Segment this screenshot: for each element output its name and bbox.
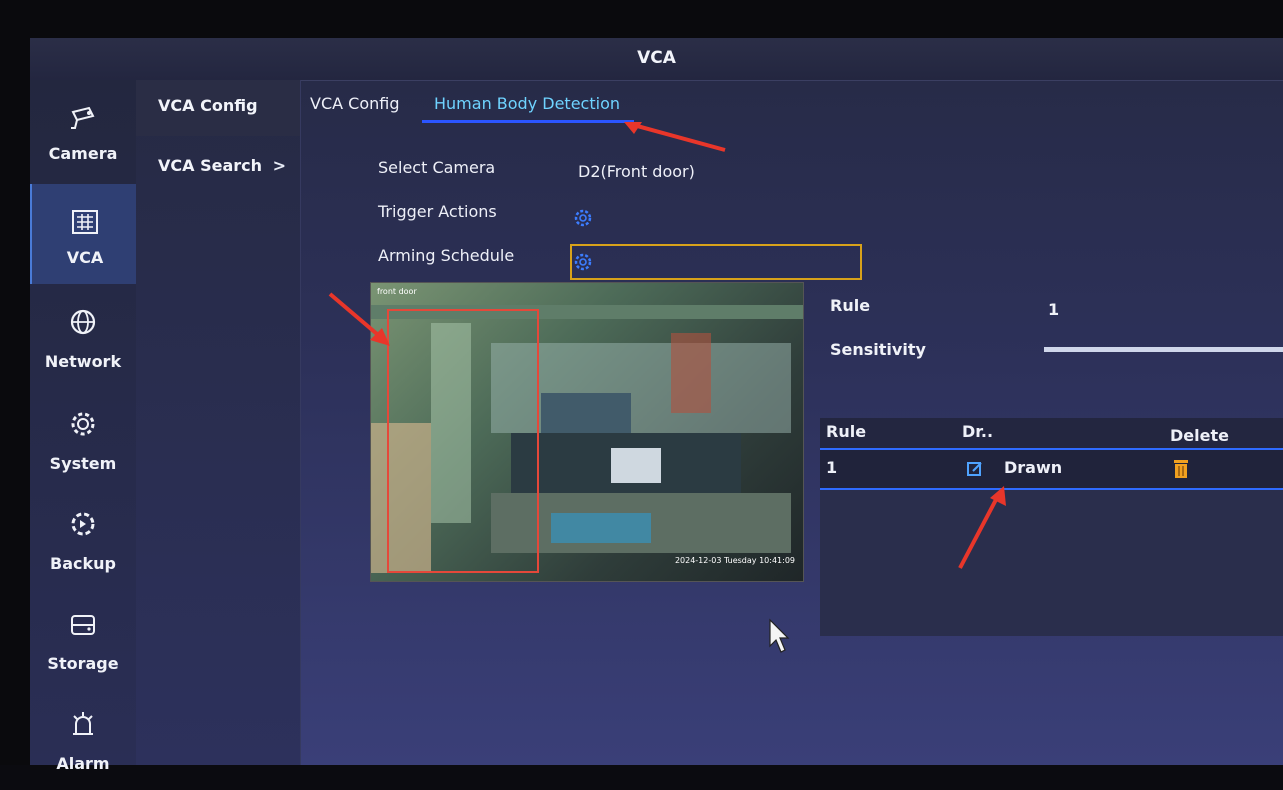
monitor-bezel-top bbox=[0, 0, 1283, 38]
submenu-item-vca-search[interactable]: VCA Search > bbox=[136, 140, 300, 196]
window-title: VCA bbox=[637, 48, 676, 68]
alarm-icon bbox=[73, 712, 93, 735]
select-camera-dropdown[interactable]: D2(Front door) bbox=[578, 162, 695, 181]
nav-label-network: Network bbox=[44, 352, 122, 371]
nav-item-system[interactable]: System bbox=[30, 390, 136, 490]
nav-item-network[interactable]: Network bbox=[30, 286, 136, 386]
nav-item-storage[interactable]: Storage bbox=[30, 590, 136, 690]
detection-area-rectangle[interactable] bbox=[387, 309, 539, 573]
rule-label: Rule bbox=[830, 296, 871, 315]
active-tab-underline bbox=[422, 120, 634, 123]
nav-item-vca[interactable]: VCA bbox=[30, 184, 138, 284]
submenu-label: VCA Search bbox=[158, 156, 263, 175]
column-header-delete: Delete bbox=[1170, 426, 1229, 445]
rule-value[interactable]: 1 bbox=[1048, 300, 1059, 319]
vca-icon bbox=[72, 210, 98, 234]
edit-draw-icon[interactable] bbox=[966, 460, 984, 478]
sensitivity-label: Sensitivity bbox=[830, 340, 926, 359]
column-header-draw: Dr.. bbox=[962, 422, 994, 441]
nav-label-system: System bbox=[49, 454, 117, 473]
nav-label-camera: Camera bbox=[48, 144, 118, 163]
row-draw-status: Drawn bbox=[1004, 458, 1063, 477]
arming-schedule-gear-icon[interactable] bbox=[573, 252, 593, 272]
mouse-cursor-icon bbox=[769, 618, 790, 653]
row-rule: 1 bbox=[826, 458, 838, 477]
monitor-bezel-left bbox=[0, 0, 30, 765]
tab-human-body-detection[interactable]: Human Body Detection bbox=[434, 94, 620, 113]
nav-label-storage: Storage bbox=[47, 654, 119, 673]
backup-icon bbox=[71, 512, 95, 536]
sensitivity-slider[interactable] bbox=[1044, 347, 1283, 352]
tab-bar: VCA Config Human Body Detection bbox=[300, 80, 1283, 130]
nav-item-camera[interactable]: Camera bbox=[30, 80, 136, 180]
camera-icon bbox=[71, 106, 95, 129]
arming-schedule-label: Arming Schedule bbox=[378, 246, 515, 265]
chevron-right-icon: > bbox=[272, 156, 286, 175]
table-row[interactable]: 1 Drawn bbox=[820, 450, 1283, 490]
rule-table: Rule Dr.. Delete 1 Drawn bbox=[820, 418, 1283, 636]
nav-item-backup[interactable]: Backup bbox=[30, 490, 136, 590]
submenu-item-vca-config[interactable]: VCA Config bbox=[136, 80, 300, 136]
vca-submenu: VCA Config VCA Search > bbox=[136, 80, 301, 765]
trigger-actions-label: Trigger Actions bbox=[378, 202, 497, 221]
nav-label-vca: VCA bbox=[66, 248, 104, 267]
nav-item-alarm[interactable]: Alarm bbox=[30, 690, 136, 790]
rule-table-header: Rule Dr.. Delete bbox=[820, 418, 1283, 450]
nvr-screen: VCA Camera VCA Network System Backup Sto… bbox=[30, 38, 1283, 773]
select-camera-label: Select Camera bbox=[378, 158, 496, 177]
arming-schedule-highlight-box bbox=[570, 244, 862, 280]
trigger-actions-gear-icon[interactable] bbox=[573, 208, 593, 228]
tab-vca-config[interactable]: VCA Config bbox=[310, 94, 399, 113]
camera-preview[interactable]: front door 2024-12-03 Tuesday 10:41:09 bbox=[370, 282, 804, 582]
nav-label-backup: Backup bbox=[50, 554, 116, 573]
storage-icon bbox=[71, 615, 95, 635]
nav-label-alarm: Alarm bbox=[56, 754, 110, 773]
column-header-rule: Rule bbox=[826, 422, 867, 441]
delete-trash-icon[interactable] bbox=[1172, 458, 1190, 480]
title-bar: VCA bbox=[30, 38, 1283, 81]
main-nav: Camera VCA Network System Backup Storage… bbox=[30, 80, 138, 773]
video-timestamp: 2024-12-03 Tuesday 10:41:09 bbox=[674, 556, 795, 565]
network-icon bbox=[70, 309, 96, 335]
submenu-label: VCA Config bbox=[158, 96, 258, 115]
system-gear-icon bbox=[71, 412, 95, 436]
